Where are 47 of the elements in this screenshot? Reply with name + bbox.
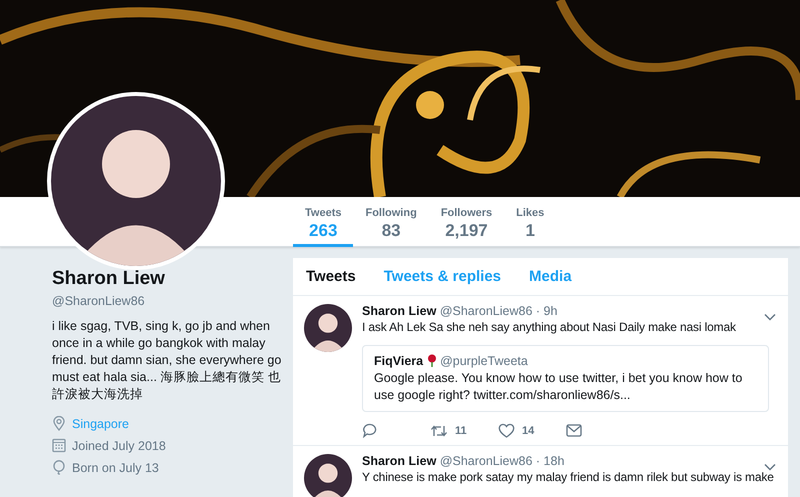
rose-icon [426,354,437,367]
profile-stat-tab[interactable]: Tweets 263 [293,197,354,247]
stat-count: 263 [308,221,338,241]
stat-count: 1 [524,221,536,241]
balloon-icon [52,460,66,475]
retweet-count: 11 [455,424,467,436]
timeline-tab[interactable]: Media [518,258,584,295]
author-name[interactable]: Sharon Liew [362,454,436,468]
calendar-icon [52,438,66,453]
tweet-text: Y chinese is make pork satay my malay friend is damn rilek but subway is make [362,470,775,485]
stat-label: Likes [516,207,544,219]
tweet-time[interactable]: · 9h [536,304,558,318]
author-handle: @SharonLiew86 [440,454,532,468]
user-avatar [304,454,352,497]
retweet-icon[interactable] [430,424,448,438]
profile-stat-tab[interactable]: Followers 2,197 [428,197,504,247]
profile-stat-tab[interactable]: Following 83 [353,197,429,247]
reply-icon[interactable] [362,423,378,438]
stat-count: 2,197 [444,221,489,241]
birthday: Born on July 13 [72,460,159,474]
timeline-tab[interactable]: Tweets & replies [372,258,514,295]
timeline-tab[interactable]: Tweets [295,258,368,295]
envelope-icon[interactable] [566,424,582,437]
tweet-time[interactable]: · 18h [536,454,564,468]
profile-stat-tab[interactable]: Likes 1 [504,197,556,247]
stat-label: Following [365,207,417,219]
location-link[interactable]: Singapore [72,416,129,430]
tweet-text: I ask Ah Lek Sa she neh say anything about Nasi Daily make nasi lomak [362,320,737,335]
user-avatar [304,304,352,352]
heart-icon[interactable] [498,423,515,438]
quoted-tweet-text: Google please. You know how to use twitter, i bet you know how to use google right? twitter.com/sharonliew86/s... [374,370,744,404]
stat-label: Tweets [305,207,342,219]
location-pin-icon [52,416,66,431]
like-count: 14 [522,424,534,436]
author-handle: @SharonLiew86 [440,304,532,318]
chevron-down-icon[interactable] [764,463,776,471]
stat-label: Followers [440,207,492,219]
quoted-author-handle: @purpleTweeta [440,354,528,368]
quoted-author-name: FiqViera [374,354,424,368]
stat-count: 83 [380,221,402,241]
join-date: Joined July 2018 [72,438,166,452]
chevron-down-icon[interactable] [764,313,776,321]
profile-bio: i like sgag, TVB, sing k, go jb and when once in a while go bangkok with malay friend. but damn sian, she everywhere go must eat hala sia... 海豚臉上總有微笑 也許淚被大海洗掉 [52,318,282,403]
author-name[interactable]: Sharon Liew [362,304,436,318]
profile-name: Sharon Liew [52,268,166,290]
profile-handle: @SharonLiew86 [52,294,146,308]
quoted-tweet[interactable]: FiqViera @purpleTweeta Google please. You know how to use twitter, i bet you know how to use google right? twitter.com/sharonliew86/s... [362,345,769,412]
